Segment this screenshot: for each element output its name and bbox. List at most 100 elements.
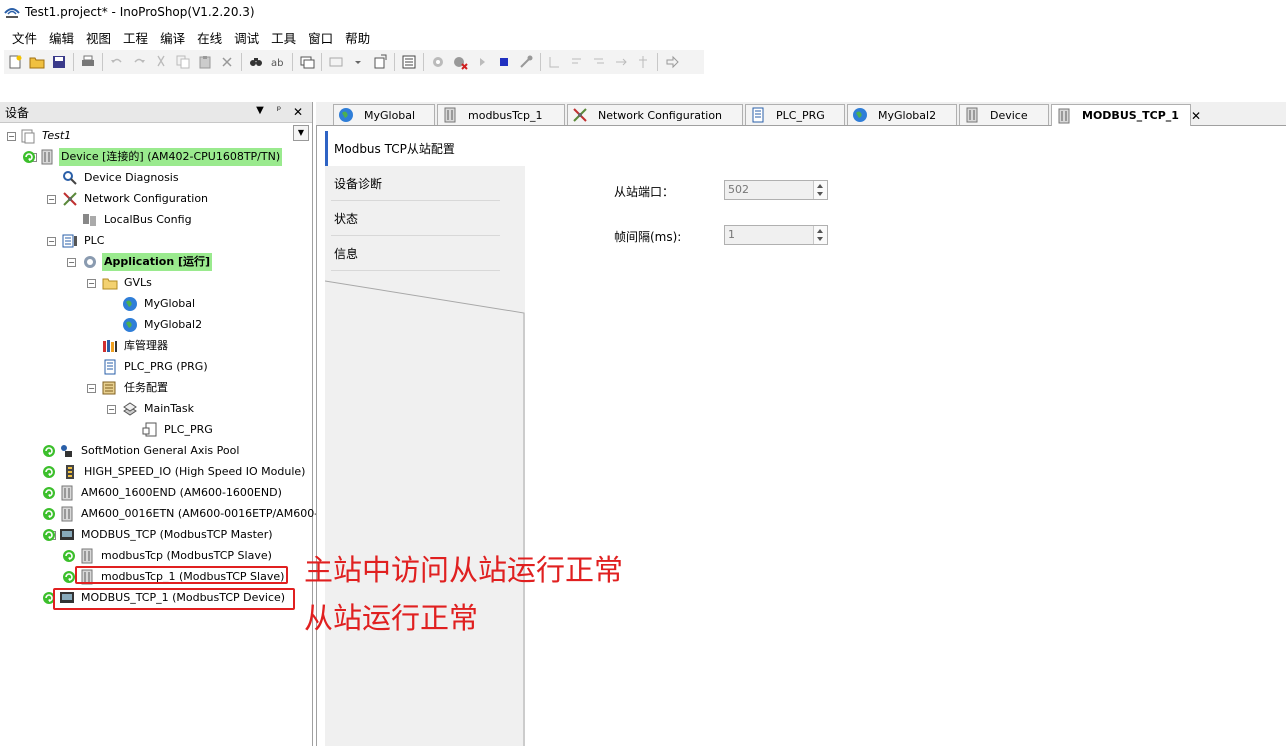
tree-item[interactable]: Device Diagnosis — [62, 168, 181, 188]
step-over-icon[interactable] — [545, 52, 565, 72]
stop-icon[interactable] — [494, 52, 514, 72]
slave-port-stepper[interactable]: 502 — [724, 180, 828, 200]
tree-item[interactable]: MainTask — [122, 399, 196, 419]
tree-item[interactable]: AM600_1600END (AM600-1600END) — [42, 483, 284, 503]
tree-item[interactable]: HIGH_SPEED_IO (High Speed IO Module) — [42, 462, 307, 482]
toolbar-separator — [73, 53, 74, 71]
menu-debug[interactable]: 调试 — [228, 26, 265, 49]
globe-icon — [122, 296, 138, 312]
sidetab-device-diagnosis[interactable]: 设备诊断 — [325, 166, 525, 201]
tree-item[interactable]: modbusTcp (ModbusTCP Slave) — [62, 546, 274, 566]
tree-collapse-toggle[interactable]: − — [47, 195, 56, 204]
tree-collapse-toggle[interactable]: − — [67, 258, 76, 267]
undo-icon[interactable] — [107, 52, 127, 72]
slave-port-label: 从站端口： — [614, 185, 675, 199]
tree-item[interactable]: Network Configuration — [62, 189, 210, 209]
menu-project[interactable]: 工程 — [117, 26, 154, 49]
pin-icon[interactable]: ᵖ — [272, 105, 286, 119]
tree-item-label: Network Configuration — [84, 192, 209, 205]
tree-item[interactable]: GVLs — [102, 273, 154, 293]
tab-myglobal[interactable]: MyGlobal — [333, 104, 435, 125]
run-icon[interactable] — [472, 52, 492, 72]
tree-item-label: Test1 — [42, 129, 72, 142]
tree-item[interactable]: LocalBus Config — [82, 210, 194, 230]
menu-bar: 文件 编辑 视图 工程 编译 在线 调试 工具 窗口 帮助 — [0, 26, 376, 48]
stepper-arrows[interactable] — [813, 226, 827, 244]
frame-interval-stepper[interactable]: 1 — [724, 225, 828, 245]
replace-icon[interactable]: ab — [268, 52, 288, 72]
find-icon[interactable] — [246, 52, 266, 72]
logout-icon[interactable] — [450, 52, 470, 72]
dropdown-arrow-icon[interactable] — [348, 52, 368, 72]
menu-help[interactable]: 帮助 — [339, 26, 376, 49]
open-folder-icon[interactable] — [27, 52, 47, 72]
tab-device[interactable]: Device — [959, 104, 1049, 125]
close-tab-icon[interactable]: ✕ — [1191, 109, 1201, 123]
next-icon[interactable] — [662, 52, 682, 72]
tree-collapse-toggle[interactable]: − — [87, 279, 96, 288]
redo-icon[interactable] — [129, 52, 149, 72]
tree-collapse-toggle[interactable]: − — [7, 132, 16, 141]
tree-item[interactable]: MyGlobal — [122, 294, 197, 314]
paste-icon[interactable] — [195, 52, 215, 72]
tree-item[interactable]: PLC_PRG — [142, 420, 215, 440]
grid-icon[interactable] — [326, 52, 346, 72]
tree-item[interactable]: PLC_PRG (PRG) — [102, 357, 210, 377]
sidetab-status[interactable]: 状态 — [325, 201, 525, 236]
panel-menu-icon[interactable]: ▼ — [253, 105, 267, 119]
step-out-icon[interactable] — [589, 52, 609, 72]
run-to-cursor-icon[interactable] — [611, 52, 631, 72]
tab-plc-prg[interactable]: PLC_PRG — [745, 104, 845, 125]
menu-edit[interactable]: 编辑 — [43, 26, 80, 49]
tree-item[interactable]: SoftMotion General Axis Pool — [42, 441, 241, 461]
tree-item[interactable]: MyGlobal2 — [122, 315, 204, 335]
copy-icon[interactable] — [173, 52, 193, 72]
tab-myglobal2[interactable]: MyGlobal2 — [847, 104, 957, 125]
tree-item[interactable]: AM600_0016ETN (AM600-0016ETP/AM600-0 — [42, 504, 327, 524]
window-icon[interactable] — [297, 52, 317, 72]
project-icon — [20, 128, 36, 144]
new-file-icon[interactable] — [5, 52, 25, 72]
export-icon[interactable] — [370, 52, 390, 72]
tree-collapse-toggle[interactable]: − — [47, 237, 56, 246]
tree-collapse-toggle[interactable]: − — [107, 405, 116, 414]
tree-item[interactable]: PLC — [62, 231, 106, 251]
tree-item[interactable]: 库管理器 — [102, 336, 170, 356]
sidetab-info[interactable]: 信息 — [325, 236, 525, 271]
tab-label: MyGlobal — [364, 108, 416, 122]
save-icon[interactable] — [49, 52, 69, 72]
menu-view[interactable]: 视图 — [80, 26, 117, 49]
tab-modbustcp-1[interactable]: modbusTcp_1 — [437, 104, 565, 125]
print-icon[interactable] — [78, 52, 98, 72]
close-icon[interactable]: ✕ — [291, 105, 305, 119]
build-icon[interactable] — [399, 52, 419, 72]
login-icon[interactable] — [428, 52, 448, 72]
tree-item[interactable]: Test1 — [20, 126, 73, 146]
tree-item[interactable]: 任务配置 — [102, 378, 170, 398]
tab-network-configuration[interactable]: Network Configuration — [567, 104, 743, 125]
menu-tools[interactable]: 工具 — [265, 26, 302, 49]
tab-modbus-tcp-1[interactable]: MODBUS_TCP_1 ✕ — [1051, 104, 1201, 126]
devices-panel-title: 设备 — [5, 105, 30, 120]
tree-dropdown-button[interactable]: ▼ — [293, 125, 309, 141]
running-status-icon — [62, 570, 76, 584]
delete-icon[interactable] — [217, 52, 237, 72]
reset-icon[interactable] — [516, 52, 536, 72]
tree-collapse-toggle[interactable]: − — [87, 384, 96, 393]
tree-item[interactable]: Application [运行] — [82, 252, 213, 272]
tree-item-label: modbusTcp (ModbusTCP Slave) — [101, 549, 272, 562]
devices-panel-header: 设备 ▼ ᵖ ✕ — [0, 102, 312, 123]
menu-file[interactable]: 文件 — [6, 26, 43, 49]
menu-build[interactable]: 编译 — [154, 26, 191, 49]
toolbar-separator — [292, 53, 293, 71]
breakpoint-icon[interactable] — [633, 52, 653, 72]
tree-item[interactable]: Device [连接的] (AM402-CPU1608TP/TN) — [22, 147, 283, 167]
cut-icon[interactable] — [151, 52, 171, 72]
sidetab-modbus-slave-config[interactable]: Modbus TCP从站配置 — [325, 131, 525, 166]
step-into-icon[interactable] — [567, 52, 587, 72]
menu-online[interactable]: 在线 — [191, 26, 228, 49]
tree-item[interactable]: MODBUS_TCP (ModbusTCP Master) — [42, 525, 275, 545]
stepper-arrows[interactable] — [813, 181, 827, 199]
menu-window[interactable]: 窗口 — [302, 26, 339, 49]
title-bar: Test1.project* - InoProShop(V1.2.20.3) — [0, 0, 1286, 24]
